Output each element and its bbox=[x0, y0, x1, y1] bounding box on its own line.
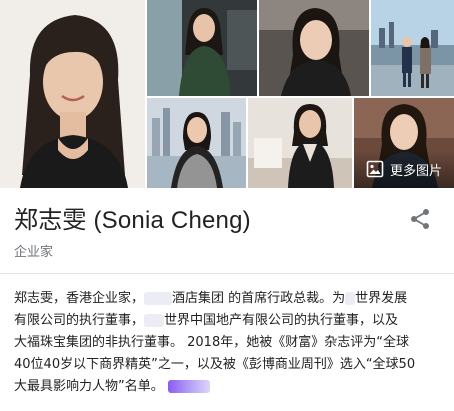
photo-thumbnail[interactable] bbox=[371, 0, 454, 96]
main-photo[interactable] bbox=[0, 0, 145, 188]
entity-title: 郑志雯 (Sonia Cheng) bbox=[14, 207, 251, 234]
divider bbox=[0, 273, 454, 274]
redaction-blur bbox=[144, 292, 173, 305]
redaction-blur bbox=[167, 380, 210, 393]
description-line: 大福珠宝集团的非执行董事。 2018年，她被《财富》杂志评为“全球 bbox=[14, 335, 409, 350]
image-icon bbox=[366, 160, 384, 178]
photo-thumbnail[interactable] bbox=[147, 98, 246, 188]
description-line: 郑志雯，香港企业家， 酒店集团 的首席行政总裁。为 世界发展 bbox=[14, 291, 408, 306]
image-mosaic: 更多图片 bbox=[0, 0, 454, 188]
entity-subtitle: 企业家 bbox=[14, 245, 54, 260]
more-images-label: 更多图片 bbox=[389, 163, 442, 179]
share-button[interactable] bbox=[408, 207, 432, 231]
share-icon bbox=[411, 209, 429, 229]
description-line: 大最具影响力人物”名单。 bbox=[14, 376, 444, 398]
photo-thumbnail[interactable] bbox=[259, 0, 369, 96]
more-images-button[interactable]: 更多图片 bbox=[354, 150, 454, 188]
photo-thumbnail[interactable] bbox=[248, 98, 352, 188]
photo-thumbnail[interactable] bbox=[147, 0, 257, 96]
knowledge-panel: 更多图片 郑志雯 (Sonia Cheng) 企业家 郑志雯，香港企业家， 酒店集… bbox=[0, 0, 454, 411]
entity-description: 郑志雯，香港企业家， 酒店集团 的首席行政总裁。为 世界发展 有限公司的执行董事，世… bbox=[14, 288, 444, 398]
redaction-blur bbox=[345, 292, 356, 305]
redaction-blur bbox=[144, 314, 165, 327]
description-line: 40位40岁以下商界精英”之一，以及被《彭博商业周刊》选入“全球50 bbox=[14, 357, 416, 372]
description-line: 有限公司的执行董事， 世界中国地产有限公司的执行董事，以及 bbox=[14, 313, 399, 328]
